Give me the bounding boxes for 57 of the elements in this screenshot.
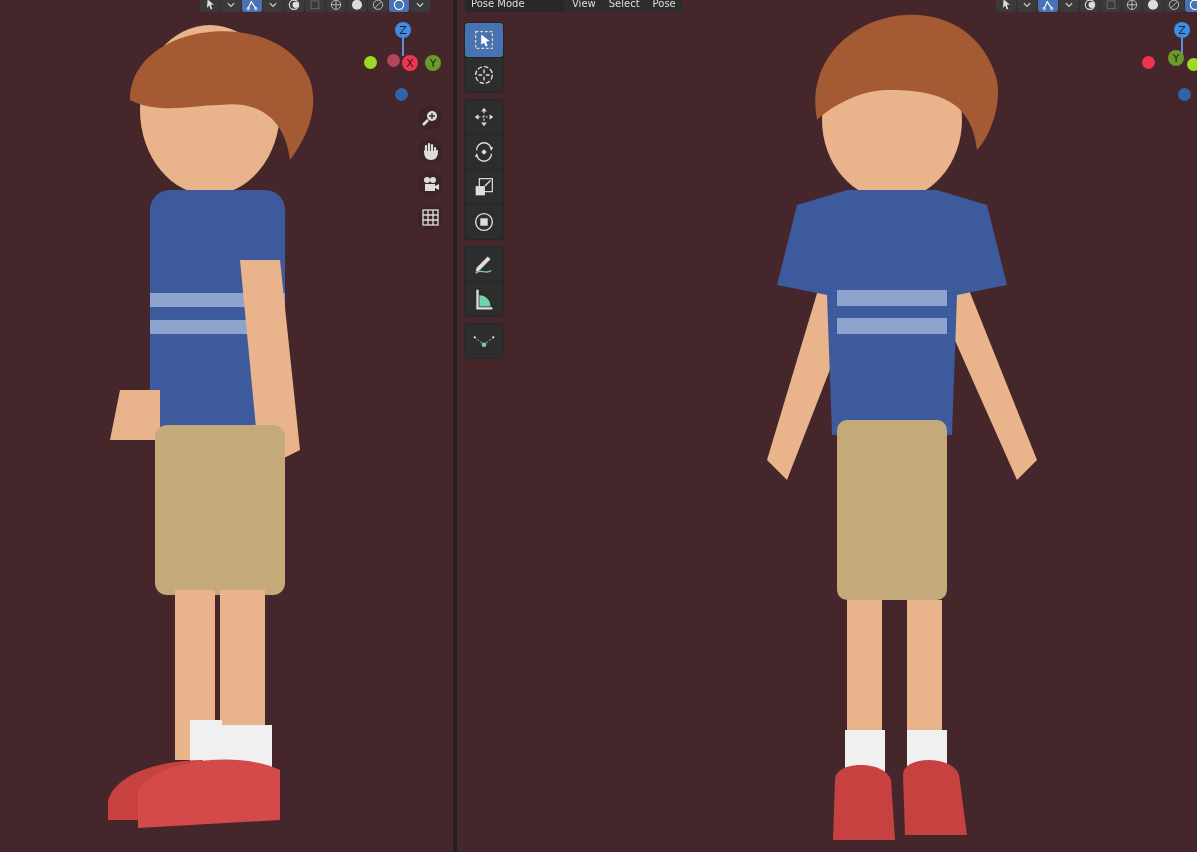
wireframe-icon [1125,0,1139,11]
axis-dot[interactable] [387,54,400,67]
overlay-icon [1083,0,1097,11]
zoom-icon [420,108,440,128]
menu-button[interactable]: Pose [646,0,682,12]
axis-label[interactable]: X [402,55,418,71]
axis-dot[interactable] [395,88,408,101]
camera-nav-button[interactable] [418,172,442,196]
axis-dot[interactable] [1187,58,1197,71]
material-button[interactable] [1164,0,1184,12]
dropdown-button[interactable] [1017,0,1037,12]
axis-label[interactable]: Z [1174,22,1190,38]
axis-label[interactable]: Z [395,22,411,38]
measure-tool[interactable] [465,282,503,316]
axis-dot[interactable] [1142,56,1155,69]
dropdown-button[interactable] [263,0,283,12]
bone-button[interactable] [1038,0,1058,12]
rendered-button[interactable] [389,0,409,12]
select-button[interactable] [200,0,220,12]
pan-nav-button[interactable] [418,139,442,163]
overlay-button[interactable] [284,0,304,12]
wireframe-button[interactable] [1122,0,1142,12]
dropdown-button[interactable] [410,0,430,12]
grid-nav-button[interactable] [418,205,442,229]
overlay-icon [287,0,301,11]
annotate-tool[interactable] [465,247,503,281]
rotate-tool[interactable] [465,135,503,169]
transform-tool[interactable] [465,205,503,239]
grid-icon [420,207,440,227]
menu-button[interactable]: View [566,0,602,12]
bone-button[interactable] [242,0,262,12]
dropdown-button[interactable] [1059,0,1079,12]
select-box-tool[interactable] [465,23,503,57]
rendered-icon [392,0,406,11]
overlay-button[interactable] [1080,0,1100,12]
solid-button[interactable] [1143,0,1163,12]
relax-tool[interactable] [465,324,503,358]
bone-icon [245,0,259,11]
wireframe-button[interactable] [326,0,346,12]
mode-dropdown[interactable]: Pose Mode [465,0,565,12]
material-button[interactable] [368,0,388,12]
zoom-nav-button[interactable] [418,106,442,130]
solid-icon [1146,0,1160,11]
move-tool[interactable] [465,100,503,134]
axis-label[interactable]: Y [1168,50,1184,66]
scale-tool[interactable] [465,170,503,204]
menu-button[interactable]: Select [602,0,646,12]
wireframe-icon [329,0,343,11]
solid-button[interactable] [347,0,367,12]
axis-dot[interactable] [1178,88,1191,101]
bone-icon [1041,0,1055,11]
solid-icon [350,0,364,11]
select-button[interactable] [996,0,1016,12]
axis-label[interactable]: Y [425,55,441,71]
cursor-tool[interactable] [465,58,503,92]
dropdown-button[interactable] [221,0,241,12]
axis-dot[interactable] [364,56,377,69]
